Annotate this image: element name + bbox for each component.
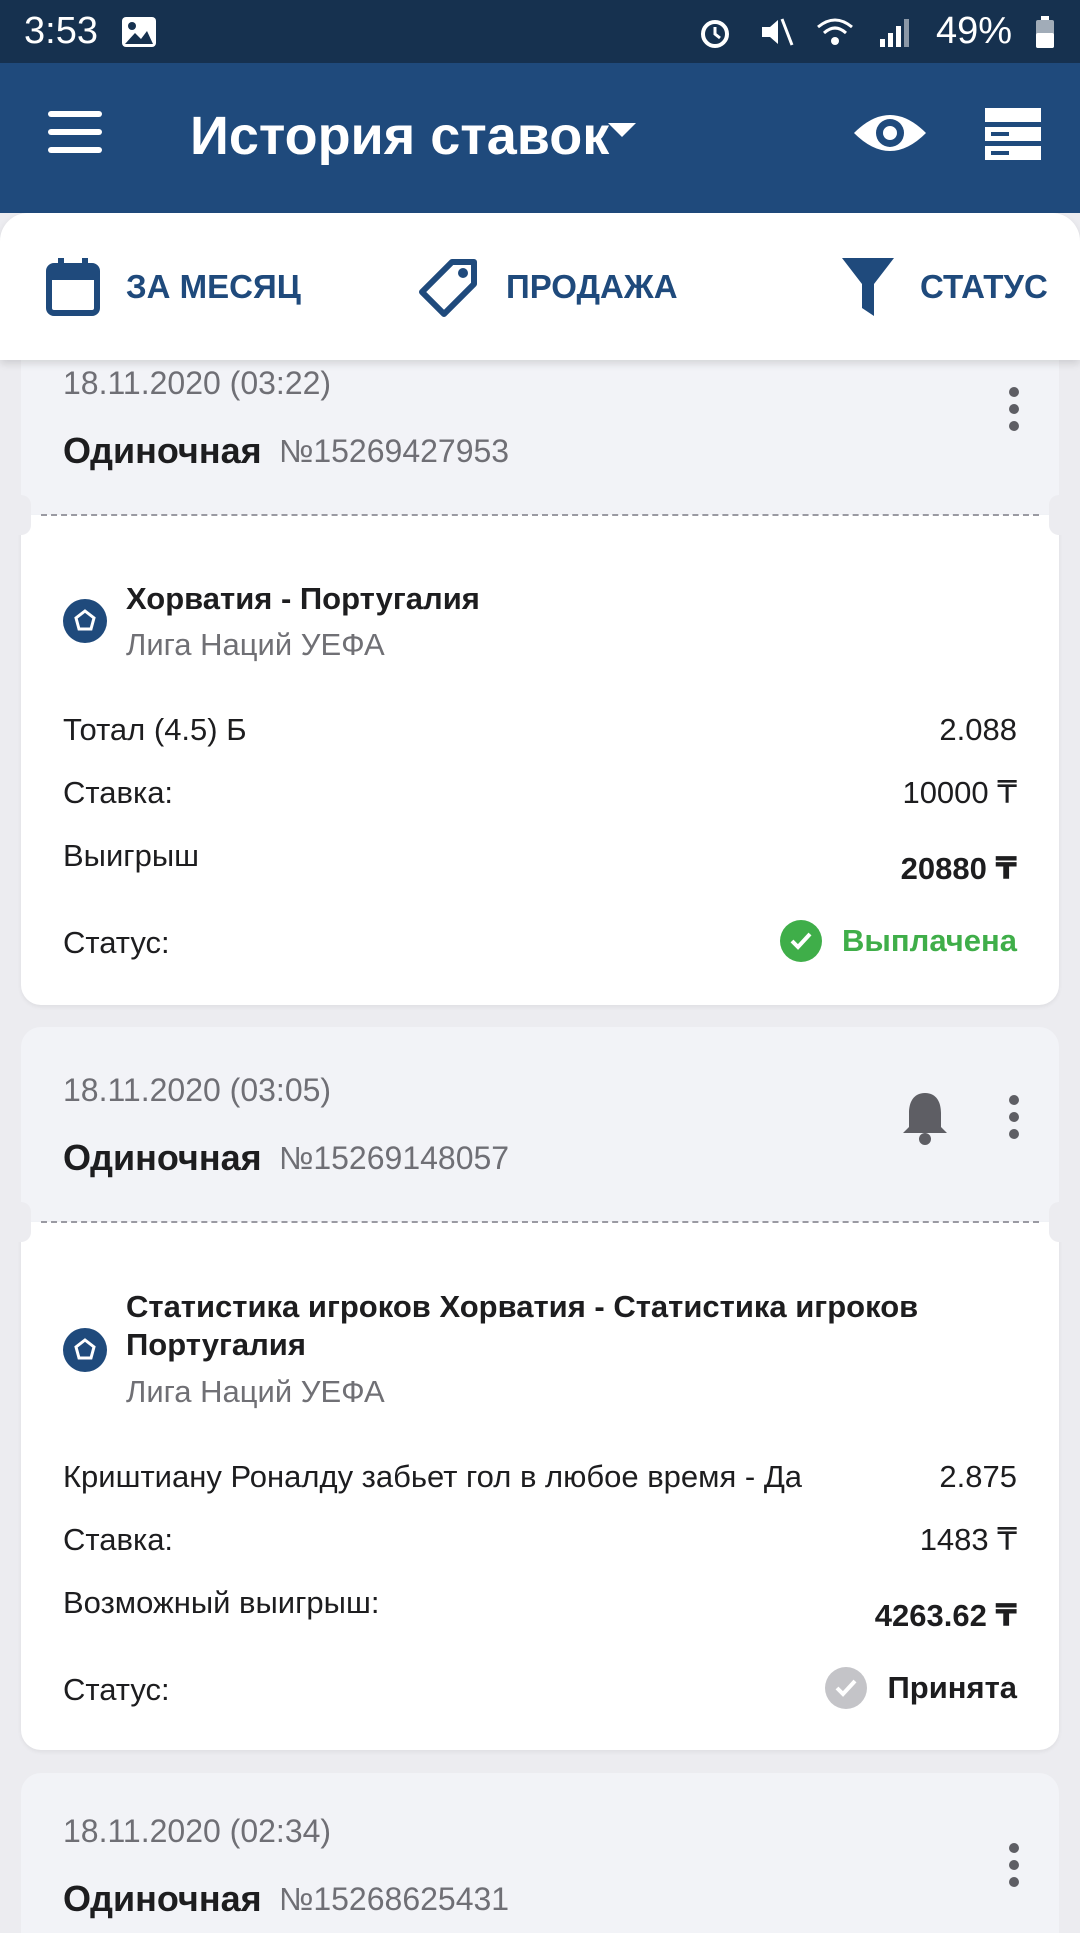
eye-icon[interactable] xyxy=(850,103,930,163)
filter-status[interactable]: СТАТУС xyxy=(842,257,1048,316)
wifi-icon xyxy=(816,18,853,45)
win-label: Возможный выигрыш: xyxy=(63,1585,380,1620)
bet-number: №15269427953 xyxy=(279,433,510,469)
bet-odds: 2.875 xyxy=(939,1459,1017,1494)
bet-type: Одиночная xyxy=(63,430,262,471)
win-value: 4263.62 ₸ xyxy=(874,1598,1017,1633)
bet-date: 18.11.2020 (03:22) xyxy=(63,365,332,401)
more-options-icon[interactable] xyxy=(1009,1843,1021,1894)
mute-icon xyxy=(761,17,794,46)
list-view-icon[interactable] xyxy=(985,108,1041,160)
bet-number: №15269148057 xyxy=(279,1140,510,1176)
match-name: Статистика игроков Хорватия - Статистика… xyxy=(126,1289,919,1362)
menu-icon[interactable] xyxy=(40,103,110,163)
bet-card-header: 18.11.2020 (03:05) Одиночная №1526914805… xyxy=(21,1027,1059,1222)
status-badge: Выплачена xyxy=(780,920,1017,962)
league-name: Лига Наций УЕФА xyxy=(126,1374,385,1409)
signal-icon xyxy=(879,18,909,47)
status-text: Принята xyxy=(887,1670,1017,1705)
status-badge: Принята xyxy=(825,1667,1017,1709)
bet-number: №15268625431 xyxy=(279,1881,510,1917)
bet-card-header: 18.11.2020 (02:34) Одиночная №1526862543… xyxy=(21,1773,1059,1933)
stake-label: Ставка: xyxy=(63,1522,174,1557)
status-time: 3:53 xyxy=(24,10,98,52)
more-options-icon[interactable] xyxy=(1009,1095,1021,1146)
stake-value: 1483 ₸ xyxy=(919,1522,1017,1557)
bell-icon[interactable] xyxy=(901,1089,949,1145)
filter-period[interactable]: ЗА МЕСЯЦ xyxy=(46,257,301,316)
bet-date: 18.11.2020 (02:34) xyxy=(63,1813,332,1849)
win-value: 20880 ₸ xyxy=(900,851,1017,886)
tag-icon xyxy=(419,258,477,317)
league-name: Лига Наций УЕФА xyxy=(126,627,385,662)
bet-card-header: 18.11.2020 (03:22) Одиночная №1526942795… xyxy=(21,340,1059,515)
filter-funnel-icon xyxy=(842,257,894,316)
soccer-ball-icon xyxy=(63,1328,107,1372)
bet-card-body[interactable]: Статистика игроков Хорватия - Статистика… xyxy=(11,1202,1069,1750)
soccer-ball-icon xyxy=(63,599,107,643)
status-label: Статус: xyxy=(63,925,170,960)
filter-sale[interactable]: ПРОДАЖА xyxy=(418,256,678,318)
divider xyxy=(41,1221,1039,1223)
status-bar: 3:53 49% xyxy=(0,0,1080,63)
gallery-icon xyxy=(121,16,156,47)
more-options-icon[interactable] xyxy=(1009,387,1021,438)
stake-label: Ставка: xyxy=(63,775,174,810)
bet-type: Одиночная xyxy=(63,1878,262,1919)
filter-bar: ЗА МЕСЯЦ ПРОДАЖА СТАТУС xyxy=(0,213,1080,360)
stake-value: 10000 ₸ xyxy=(902,775,1017,810)
battery-icon xyxy=(1036,15,1054,48)
bet-market: Криштиану Роналду забьет гол в любое вре… xyxy=(63,1459,803,1494)
bet-odds: 2.088 xyxy=(939,712,1017,747)
status-label: Статус: xyxy=(63,1672,170,1707)
battery-percent: 49% xyxy=(935,10,1012,52)
divider xyxy=(41,514,1039,516)
calendar-icon xyxy=(46,257,100,316)
match-name: Хорватия - Португалия xyxy=(126,581,480,616)
app-bar: История ставок xyxy=(0,63,1080,213)
check-circle-icon xyxy=(780,920,823,962)
chevron-down-icon[interactable] xyxy=(608,123,636,137)
page-title[interactable]: История ставок xyxy=(190,105,609,167)
win-label: Выигрыш xyxy=(63,838,199,873)
check-circle-icon xyxy=(825,1667,868,1709)
bet-card-body[interactable]: Хорватия - Португалия Лига Наций УЕФА То… xyxy=(11,495,1069,1005)
bet-date: 18.11.2020 (03:05) xyxy=(63,1072,332,1108)
bet-type: Одиночная xyxy=(63,1137,262,1178)
bet-market: Тотал (4.5) Б xyxy=(63,712,247,747)
alarm-icon xyxy=(700,19,729,48)
status-text: Выплачена xyxy=(842,923,1017,958)
